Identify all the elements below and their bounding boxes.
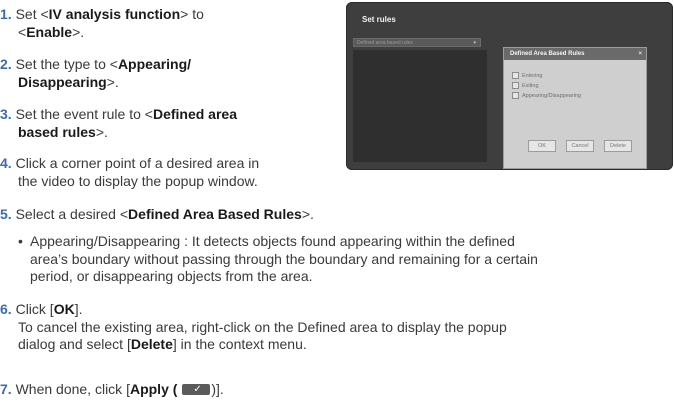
step-3: 3. Set the event rule to <Defined area b… <box>0 106 237 140</box>
step-number: 7. <box>0 381 12 397</box>
step-number: 2. <box>0 56 12 72</box>
defined-area-rules-dialog: Defined Area Based Rules × Entering Exit… <box>503 47 647 169</box>
close-icon[interactable]: × <box>638 48 642 60</box>
step-5: 5. Select a desired <Defined Area Based … <box>0 206 314 222</box>
step-number: 3. <box>0 106 12 122</box>
step-number: 6. <box>0 301 12 317</box>
apply-button-icon: ✓ <box>182 383 211 395</box>
cancel-button[interactable]: Cancel <box>566 140 594 152</box>
option-appearing-disappearing[interactable]: Appearing/Disappearing <box>512 92 581 99</box>
set-rules-screenshot: Set rules Defined area based rules ▾ Def… <box>346 2 673 170</box>
step-6: 6. Click [OK]. To cancel the existing ar… <box>0 301 507 353</box>
video-area[interactable] <box>353 50 487 162</box>
bullet-mark: • <box>18 233 23 249</box>
checkbox[interactable] <box>512 82 519 89</box>
checkbox[interactable] <box>512 92 519 99</box>
option-entering[interactable]: Entering <box>512 72 543 79</box>
step-number: 1. <box>0 6 12 22</box>
event-rule-select[interactable]: Defined area based rules ▾ <box>353 38 481 47</box>
step-number: 4. <box>0 155 12 171</box>
step-number: 5. <box>0 206 12 222</box>
check-icon: ✓ <box>193 383 202 395</box>
step-2: 2. Set the type to <Appearing/ Disappear… <box>0 56 192 90</box>
option-exiting[interactable]: Exiting <box>512 82 539 89</box>
step-1: 1. Set <IV analysis function> to <Enable… <box>0 6 204 40</box>
ok-button[interactable]: OK <box>528 140 556 152</box>
screenshot-title: Set rules <box>362 15 396 24</box>
chevron-down-icon: ▾ <box>473 40 476 46</box>
dialog-title: Defined Area Based Rules × <box>504 48 646 60</box>
step-7: 7. When done, click [Apply ( ✓)]. <box>0 381 224 397</box>
delete-button[interactable]: Delete <box>604 140 632 152</box>
step-4: 4. Click a corner point of a desired are… <box>0 155 260 189</box>
checkbox[interactable] <box>512 72 519 79</box>
bullet-item: • Appearing/Disappearing : It detects ob… <box>18 233 538 285</box>
